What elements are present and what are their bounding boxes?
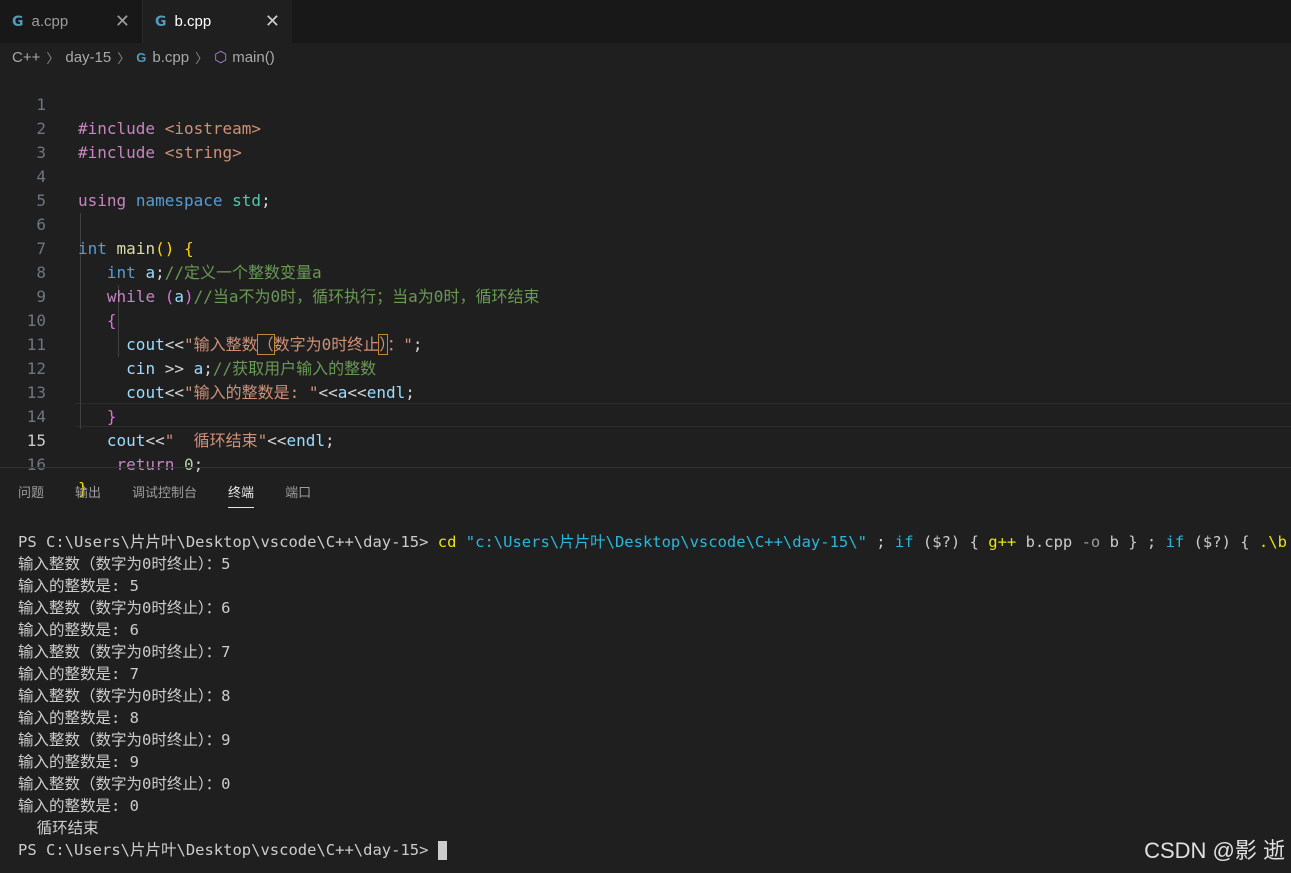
terminal-output-line: 输入的整数是: 0 [18,797,139,815]
terminal-output-line: 输入的整数是: 6 [18,621,139,639]
code-line: 13 } [0,357,1291,426]
cpp-file-icon: G [12,13,24,30]
code-line: 3 [0,117,1291,162]
terminal-cursor [437,841,447,860]
terminal-prompt: PS C:\Users\片片叶\Desktop\vscode\C++\day-1… [18,533,438,551]
token: if [1165,533,1185,551]
code-line: 9 { [0,261,1291,330]
token: } [1287,533,1291,551]
code-line: 15 return 0; [0,405,1291,474]
terminal-output-line: 输入的整数是: 9 [18,753,139,771]
token: 0 [183,455,194,474]
tab-problems[interactable]: 问题 [18,482,44,508]
token: { [1240,533,1259,551]
terminal-output-line: 循环结束 [18,819,99,837]
tab-label: a.cpp [31,13,69,30]
terminal-output-line: 输入整数（数字为0时终止）：9 [18,731,231,749]
cpp-file-icon: G [136,49,147,65]
terminal-output-line: 输入的整数是: 7 [18,665,139,683]
terminal-output-line: 输入整数（数字为0时终止）：5 [18,555,231,573]
token: ($?) [1184,533,1241,551]
chevron-right-icon: 〉 [117,50,131,66]
method-cube-icon: ⬡ [214,49,228,66]
breadcrumb-item-symbol[interactable]: main() [232,49,275,66]
terminal-output-line: 输入的整数是: 8 [18,709,139,727]
code-line: 5 [0,165,1291,210]
token: ; [866,533,895,551]
chevron-right-icon: 〉 [195,50,209,66]
line-number: 16 [26,455,46,474]
terminal-output-line: 输入的整数是: 5 [18,577,139,595]
panel-tab-bar: 问题 输出 调试控制台 终端 端口 [18,482,342,508]
tab-output[interactable]: 输出 [75,482,101,508]
watermark: CSDN @影 逝 [1144,838,1285,863]
code-line: 14 cout<<" 循环结束"<<endl; [0,381,1291,450]
token: return [116,455,175,474]
terminal-command-line: PS C:\Users\片片叶\Desktop\vscode\C++\day-1… [18,531,1291,553]
code-line: 1 #include <iostream> [0,69,1291,138]
close-icon[interactable]: ✕ [265,11,280,32]
code-line: 16 } [0,429,1291,498]
token: ($?) [913,533,970,551]
token: cd [437,533,457,551]
editor-tab-bar: G a.cpp ✕ G b.cpp ✕ [0,0,1291,43]
token: if [894,533,914,551]
tab-debug-console[interactable]: 调试控制台 [132,482,197,508]
tab-b-cpp[interactable]: G b.cpp ✕ [143,0,292,43]
token: -o [1081,533,1101,551]
token: g++ [988,533,1017,551]
tab-ports[interactable]: 端口 [285,482,311,508]
token: { [969,533,989,551]
code-line: 11 cin >> a;//获取用户输入的整数 [0,309,1291,378]
breadcrumb-item-cpp[interactable]: C++ [12,49,40,66]
tab-terminal[interactable]: 终端 [228,482,255,508]
terminal-output-line: 输入整数（数字为0时终止）：8 [18,687,231,705]
terminal-output-line: 输入整数（数字为0时终止）：7 [18,643,231,661]
token: "c:\Users\片片叶\Desktop\vscode\C++\day-15\… [465,533,867,551]
code-line: 4 using namespace std; [0,141,1291,210]
code-line: 7 int a;//定义一个整数变量a [0,213,1291,282]
chevron-right-icon: 〉 [46,50,60,66]
breadcrumb-item-folder[interactable]: day-15 [65,49,111,66]
tab-a-cpp[interactable]: G a.cpp ✕ [0,0,143,43]
code-editor[interactable]: 1 #include <iostream> 2 #include <string… [0,69,1291,498]
token: b } ; [1100,533,1166,551]
token: .\b [1258,533,1287,551]
terminal-prompt-line: PS C:\Users\片片叶\Desktop\vscode\C++\day-1… [18,839,1291,861]
cpp-file-icon: G [155,13,167,30]
terminal-output-line: 输入整数（数字为0时终止）：0 [18,775,231,793]
terminal[interactable]: PS C:\Users\片片叶\Desktop\vscode\C++\day-1… [18,531,1291,861]
code-line: 12 cout<<"输入的整数是: "<<a<<endl; [0,333,1291,402]
code-line: 6 int main() { [0,189,1291,258]
token: ; [193,455,204,474]
token: b.cpp [1016,533,1082,551]
terminal-prompt: PS C:\Users\片片叶\Desktop\vscode\C++\day-1… [18,841,438,859]
close-icon[interactable]: ✕ [115,11,130,32]
breadcrumb-item-file[interactable]: b.cpp [152,49,189,66]
breadcrumb: C++ 〉 day-15 〉 G b.cpp 〉 ⬡ main() [0,44,1291,70]
code-line: 8 while (a)//当a不为0时，循环执行；当a为0时，循环结束 [0,237,1291,306]
tab-label: b.cpp [174,13,212,30]
code-line: 10 cout<<"输入整数（数字为0时终止）："; [0,285,1291,355]
code-line: 2 #include <string> [0,93,1291,162]
terminal-output-line: 输入整数（数字为0时终止）：6 [18,599,231,617]
panel-divider [0,467,1291,468]
